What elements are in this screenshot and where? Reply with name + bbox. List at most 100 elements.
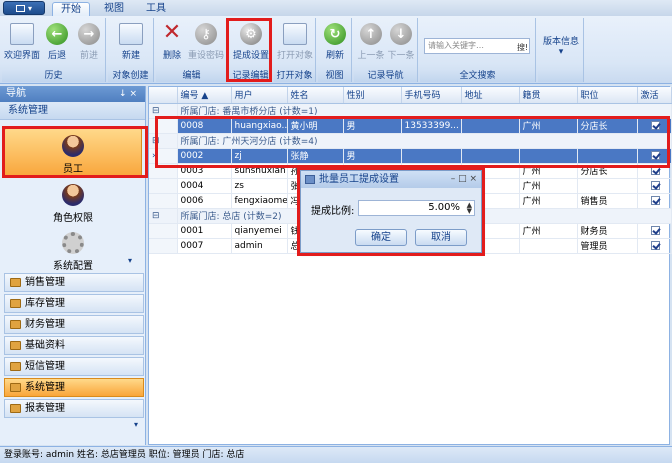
dropdown-arrow-icon: ▾ — [558, 47, 564, 57]
col-header-id[interactable]: 编号 ▲ — [177, 87, 232, 104]
category-reports[interactable]: 报表管理 — [4, 399, 144, 418]
group-view: ↻ 刷新 视图 — [318, 18, 352, 82]
cell-编号[interactable]: 0001 — [177, 223, 232, 239]
group-label-create: 对象创建 — [108, 70, 153, 82]
col-header-address[interactable]: 地址 — [461, 87, 520, 104]
cell-用户[interactable]: qianyemei — [231, 223, 288, 239]
prev-record-button[interactable]: ↑ 上一条 — [356, 20, 386, 68]
new-button[interactable]: 新建 — [114, 20, 148, 68]
refresh-icon: ↻ — [324, 23, 346, 45]
cell-用户[interactable]: fengxiaomei — [231, 193, 288, 209]
row-indicator-header — [149, 87, 178, 104]
reset-password-button[interactable]: ⚷ 重设密码 — [186, 20, 226, 68]
cell-籍贯[interactable]: 广州 — [519, 223, 578, 239]
row-indicator[interactable] — [149, 238, 178, 254]
highlight-dialog — [297, 167, 485, 256]
group-label-search: 全文搜索 — [420, 70, 535, 82]
cell-职位[interactable]: 销售员 — [577, 193, 638, 209]
row-indicator[interactable] — [149, 223, 178, 239]
group-record-nav: ↑ 上一条 ↓ 下一条 记录导航 — [354, 18, 418, 82]
gear-icon — [62, 232, 84, 254]
up-arrow-icon: ↑ — [360, 23, 382, 45]
nav-item-roles[interactable]: 角色权限 — [4, 178, 142, 228]
open-object-button[interactable]: 打开对象 — [275, 20, 315, 68]
category-finance[interactable]: 财务管理 — [4, 315, 144, 334]
expand-categories-icon[interactable]: ▾ — [4, 420, 144, 432]
cell-编号[interactable]: 0004 — [177, 178, 232, 194]
cell-用户[interactable]: zs — [231, 178, 288, 194]
group-edit: ✕ 删除 ⚷ 重设密码 编辑 — [156, 18, 228, 82]
active-checkbox[interactable] — [637, 193, 672, 209]
sort-asc-icon: ▲ — [201, 91, 209, 102]
group-label-edit: 编辑 — [156, 70, 227, 82]
cell-用户[interactable]: admin — [231, 238, 288, 254]
folder-icon — [10, 299, 21, 308]
category-basic-data[interactable]: 基础资料 — [4, 336, 144, 355]
search-button[interactable]: 搜! — [517, 41, 528, 55]
delete-button[interactable]: ✕ 删除 — [158, 20, 186, 68]
checkbox-checked-icon[interactable] — [651, 240, 660, 250]
cell-籍贯[interactable]: 广州 — [519, 193, 578, 209]
folder-icon — [10, 383, 21, 392]
tab-view[interactable]: 视图 — [96, 2, 132, 16]
roles-icon — [62, 184, 84, 206]
category-system[interactable]: 系统管理 — [4, 378, 144, 397]
cell-籍贯[interactable]: 广州 — [519, 178, 578, 194]
open-object-icon — [283, 23, 307, 45]
group-history: 欢迎界面 ← 后退 → 前进 历史 — [2, 18, 106, 82]
group-label-history: 历史 — [2, 70, 105, 82]
pin-close-icon[interactable]: ↓ × — [119, 86, 137, 102]
forward-button[interactable]: → 前进 — [74, 20, 104, 68]
status-bar: 登录账号: admin 姓名: 总店管理员 职位: 管理员 门店: 总店 — [0, 446, 672, 463]
cell-职位[interactable]: 管理员 — [577, 238, 638, 254]
category-sales[interactable]: 销售管理 — [4, 273, 144, 292]
active-checkbox[interactable] — [637, 178, 672, 194]
scroll-down-icon[interactable]: ▾ — [128, 256, 132, 265]
folder-icon — [10, 362, 21, 371]
collapse-icon[interactable]: ⊟ — [149, 208, 178, 224]
cell-籍贯[interactable] — [519, 238, 578, 254]
search-input[interactable]: 请输入关键字… 搜! — [424, 38, 530, 54]
row-indicator[interactable] — [149, 178, 178, 194]
col-header-hometown[interactable]: 籍贯 — [519, 87, 578, 104]
app-menu-button[interactable]: ▾ — [3, 1, 45, 15]
highlight-selected-rows — [155, 116, 670, 168]
ribbon: 欢迎界面 ← 后退 → 前进 历史 新建 对象创建 ✕ 删除 ⚷ 重设密码 编辑 ⚙ 提成… — [0, 16, 672, 84]
tab-home[interactable]: 开始 — [52, 2, 90, 16]
col-header-name[interactable]: 姓名 — [287, 87, 344, 104]
checkbox-checked-icon[interactable] — [651, 195, 660, 205]
checkbox-checked-icon[interactable] — [651, 225, 660, 235]
cell-编号[interactable]: 0006 — [177, 193, 232, 209]
nav-item-system-config[interactable]: 系统配置 — [4, 226, 142, 276]
cell-职位[interactable]: 财务员 — [577, 223, 638, 239]
back-arrow-icon: ← — [46, 23, 68, 45]
active-checkbox[interactable] — [637, 223, 672, 239]
col-header-user[interactable]: 用户 — [231, 87, 288, 104]
checkbox-checked-icon[interactable] — [651, 180, 660, 190]
group-label-view: 视图 — [318, 70, 351, 82]
welcome-icon — [10, 23, 34, 45]
active-checkbox[interactable] — [637, 238, 672, 254]
col-header-gender[interactable]: 性别 — [343, 87, 402, 104]
back-button[interactable]: ← 后退 — [42, 20, 72, 68]
app-icon — [15, 4, 25, 12]
cell-职位[interactable] — [577, 178, 638, 194]
category-inventory[interactable]: 库存管理 — [4, 294, 144, 313]
col-header-active[interactable]: 激活 — [637, 87, 672, 104]
nav-header: 导航 ↓ × — [0, 86, 145, 102]
welcome-button[interactable]: 欢迎界面 — [4, 20, 40, 68]
tab-tools[interactable]: 工具 — [138, 2, 174, 16]
group-label-open: 打开对象 — [274, 70, 315, 82]
cell-编号[interactable]: 0007 — [177, 238, 232, 254]
col-header-position[interactable]: 职位 — [577, 87, 638, 104]
group-label-record-nav: 记录导航 — [354, 70, 417, 82]
refresh-button[interactable]: ↻ 刷新 — [320, 20, 350, 68]
col-header-phone[interactable]: 手机号码 — [401, 87, 462, 104]
version-info-button[interactable]: 版本信息 ▾ — [541, 20, 581, 68]
next-record-button[interactable]: ↓ 下一条 — [386, 20, 416, 68]
category-sms[interactable]: 短信管理 — [4, 357, 144, 376]
down-arrow-icon: ↓ — [390, 23, 412, 45]
row-indicator[interactable] — [149, 193, 178, 209]
group-create: 新建 对象创建 — [108, 18, 154, 82]
folder-icon — [10, 320, 21, 329]
